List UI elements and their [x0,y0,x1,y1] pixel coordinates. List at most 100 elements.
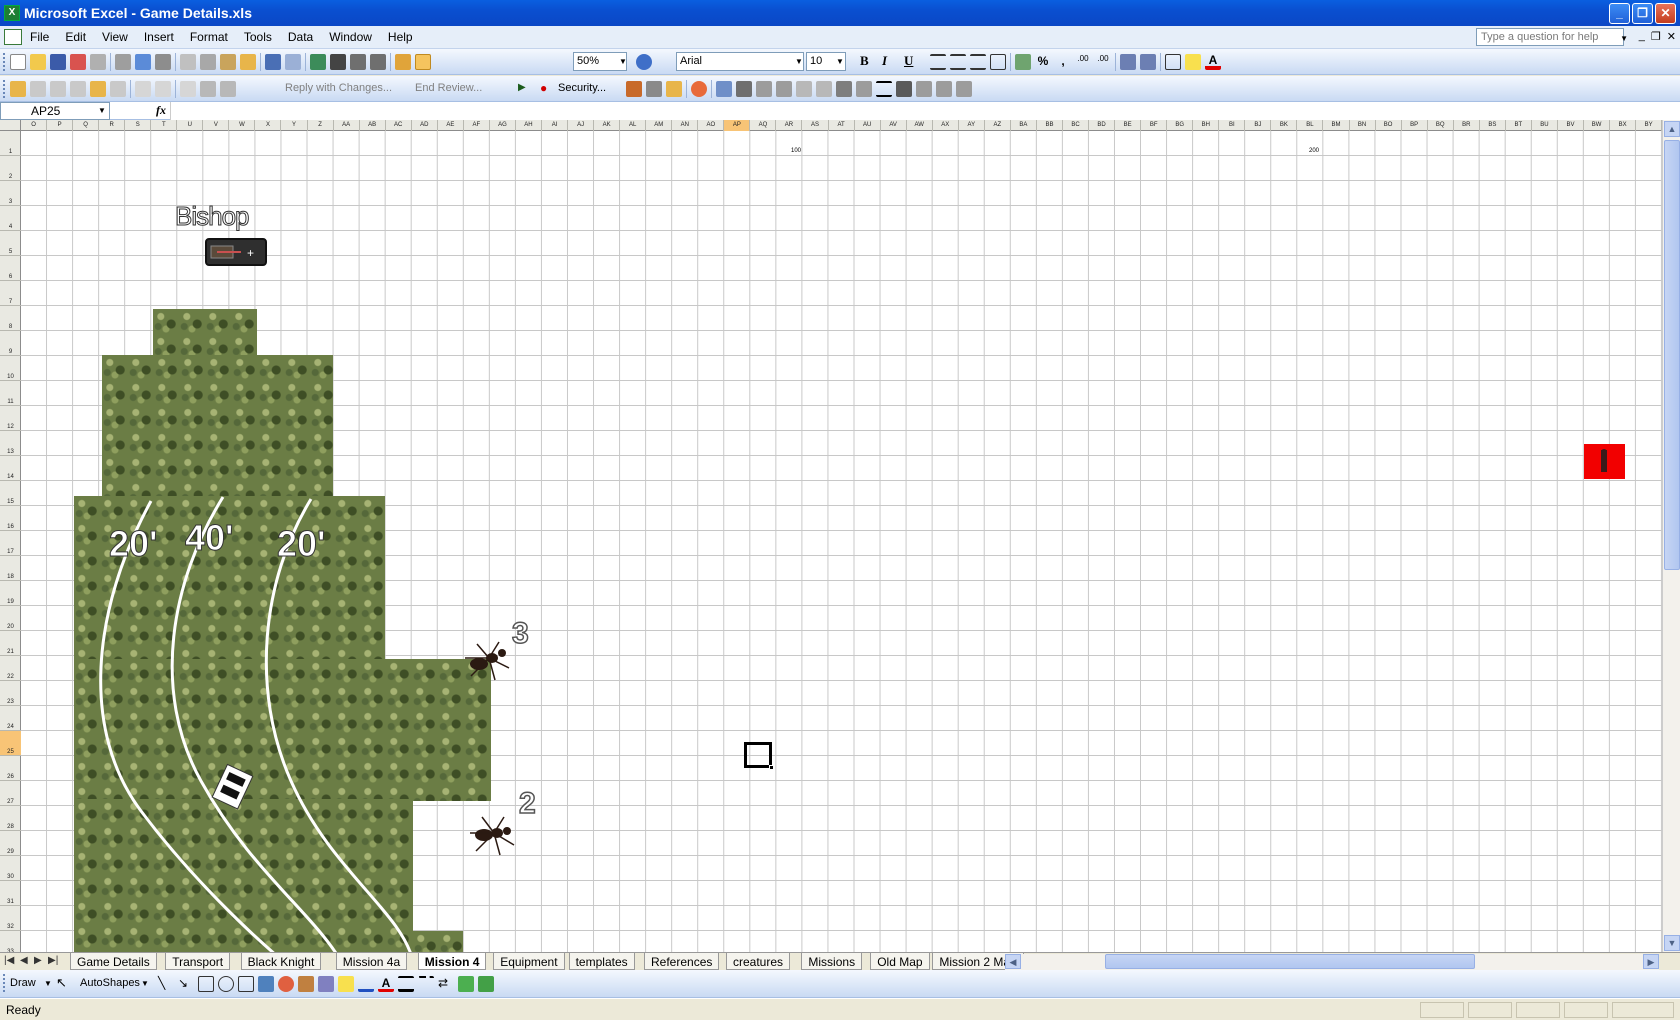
shadow-style-icon[interactable] [458,976,474,992]
column-header[interactable]: BO [1376,120,1402,131]
draw-menu-button[interactable]: Draw [10,977,36,989]
brightness-icon[interactable] [796,81,812,97]
row-header[interactable]: 5 [0,231,21,256]
menu-tools[interactable]: Tools [236,30,280,44]
row-header[interactable]: 3 [0,181,21,206]
menu-insert[interactable]: Insert [136,30,182,44]
security-button[interactable]: Security... [558,82,606,94]
insert-picture-icon[interactable] [318,976,334,992]
reject-changes-icon[interactable] [180,81,196,97]
row-header[interactable]: 11 [0,381,21,406]
column-header[interactable]: BG [1167,120,1194,131]
arrow-style-icon[interactable]: ⇄ [438,976,454,992]
ask-question-input[interactable]: Type a question for help [1476,28,1624,46]
column-header[interactable]: Q [73,120,100,131]
chevron-down-icon[interactable]: ▼ [44,979,52,988]
scroll-up-button[interactable]: ▲ [1664,121,1680,137]
sort-ascending-icon[interactable] [350,54,366,70]
workbook-icon[interactable] [4,29,22,45]
comma-style-icon[interactable]: , [1055,54,1071,70]
column-header[interactable]: Z [308,120,334,131]
cells-area[interactable]: 100 200 20' 40' 20' Bishop + 3 2 [21,131,1662,952]
increase-indent-icon[interactable] [1140,54,1156,70]
reset-picture-icon[interactable] [956,81,972,97]
sheet-tab[interactable]: Missions [801,953,863,970]
help-icon[interactable] [636,54,652,70]
scroll-right-button[interactable]: ▶ [1643,954,1659,969]
row-header[interactable]: 4 [0,206,21,231]
last-sheet-button[interactable]: ▶| [48,955,58,966]
scroll-down-button[interactable]: ▼ [1664,935,1680,951]
oval-icon[interactable] [218,976,234,992]
row-header[interactable]: 20 [0,606,21,631]
objects-icon[interactable] [691,81,707,97]
comment-icon[interactable] [90,81,106,97]
horizontal-scroll-thumb[interactable] [1105,954,1475,969]
workbook-restore-button[interactable]: ❐ [1651,30,1661,43]
chevron-down-icon[interactable]: ▼ [619,57,627,66]
vehicle-icon[interactable]: + [205,238,267,266]
column-header[interactable]: AU [855,120,881,131]
end-review-button[interactable]: End Review... [415,82,482,94]
column-header[interactable]: AQ [750,120,777,131]
row-header[interactable]: 24 [0,706,21,731]
menu-help[interactable]: Help [380,30,421,44]
row-header[interactable]: 27 [0,781,21,806]
column-header[interactable]: AT [829,120,855,131]
workbook-close-button[interactable]: ✕ [1667,30,1676,43]
borders-icon[interactable] [1165,54,1181,70]
underline-button[interactable]: U [904,53,913,69]
column-header[interactable]: BV [1558,120,1584,131]
toolbar-grip[interactable] [3,53,6,71]
spelling-icon[interactable] [135,54,151,70]
column-header[interactable]: BY [1636,120,1662,131]
menu-view[interactable]: View [94,30,136,44]
drawing-icon[interactable] [415,54,431,70]
column-header[interactable]: BE [1115,120,1142,131]
autosum-icon[interactable] [330,54,346,70]
visual-basic-icon[interactable] [666,81,682,97]
picture-icon[interactable] [716,81,732,97]
menu-file[interactable]: File [22,30,57,44]
sheet-tab[interactable]: templates [568,953,635,970]
undo-icon[interactable] [265,54,281,70]
rotate-icon[interactable] [836,81,852,97]
comment-icon[interactable] [70,81,86,97]
percent-icon[interactable]: % [1035,54,1051,70]
menu-format[interactable]: Format [182,30,236,44]
column-header[interactable]: BI [1219,120,1246,131]
sort-descending-icon[interactable] [370,54,386,70]
column-header[interactable]: AF [464,120,490,131]
column-header[interactable]: AV [881,120,907,131]
column-header[interactable]: AD [412,120,438,131]
review-icon[interactable] [200,81,216,97]
column-header[interactable]: T [151,120,178,131]
column-header[interactable]: X [255,120,282,131]
column-header[interactable]: AZ [985,120,1011,131]
column-header[interactable]: BU [1532,120,1558,131]
horizontal-scrollbar[interactable]: ◀ ▶ [1005,954,1659,970]
merge-center-icon[interactable] [990,54,1006,70]
row-header[interactable]: 31 [0,881,21,906]
column-header[interactable]: O [21,120,48,131]
menu-window[interactable]: Window [321,30,380,44]
column-header[interactable]: BS [1480,120,1506,131]
track-changes-icon[interactable] [135,81,151,97]
research-icon[interactable] [155,54,171,70]
row-header[interactable]: 29 [0,831,21,856]
column-header[interactable]: P [47,120,74,131]
column-header[interactable]: BD [1089,120,1116,131]
worksheet-grid[interactable]: O P Q R S T U V W X Y Z AA AB AC AD AE AF AG AH AI AJ AK AL AM AN… [0,120,1662,952]
column-header[interactable]: BA [1011,120,1037,131]
accept-changes-icon[interactable] [155,81,171,97]
print-icon[interactable] [90,54,106,70]
select-objects-icon[interactable]: ↖ [56,975,67,991]
ant-icon[interactable] [464,809,522,861]
column-header[interactable]: AY [959,120,985,131]
column-header[interactable]: AL [620,120,647,131]
wordart-icon[interactable] [258,976,274,992]
prev-sheet-button[interactable]: ◀ [20,955,28,966]
column-header[interactable]: AS [803,120,829,131]
folder-icon[interactable] [10,81,26,97]
hyperlink-icon[interactable] [310,54,326,70]
